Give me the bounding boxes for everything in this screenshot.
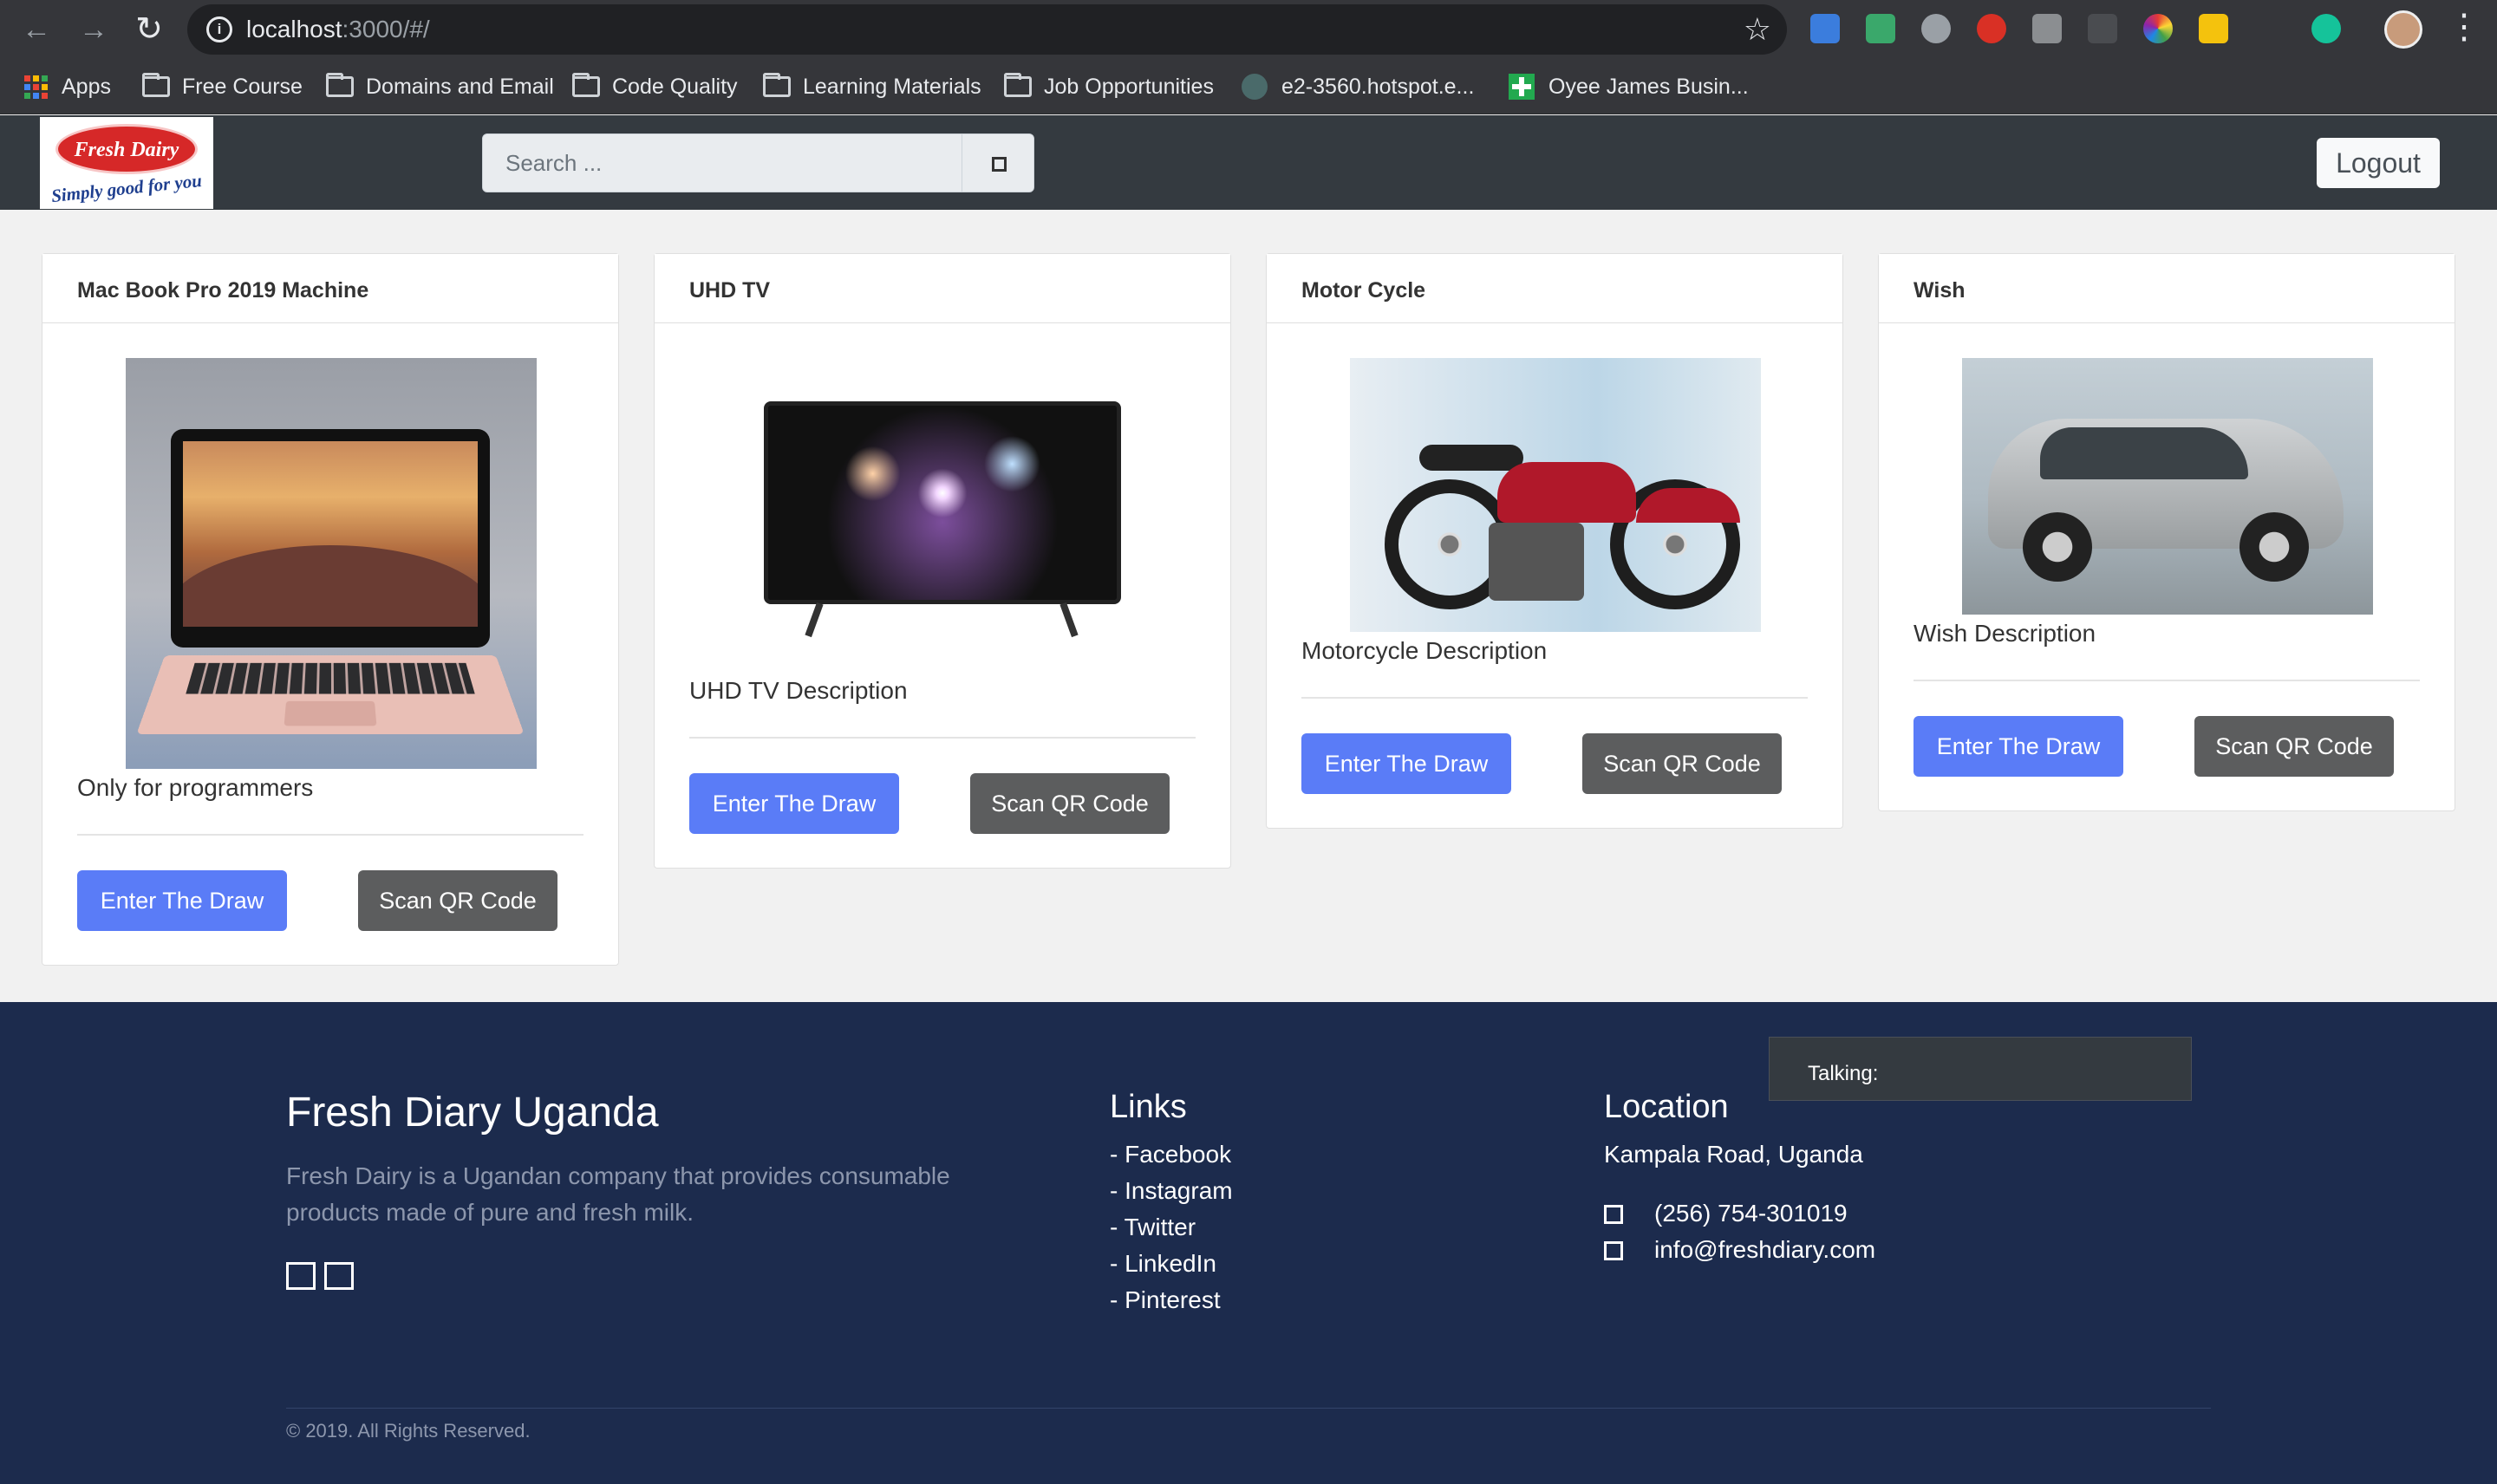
tv-image (762, 358, 1125, 644)
scan-qr-button[interactable]: Scan QR Code (358, 870, 557, 931)
forward-arrow-icon[interactable]: → (76, 12, 111, 47)
footer-link-facebook[interactable]: - Facebook (1110, 1141, 1231, 1168)
logout-button[interactable]: Logout (2317, 138, 2440, 188)
phone-icon (1604, 1205, 1623, 1224)
extension-inbox-icon[interactable] (1866, 14, 1895, 43)
footer-link-pinterest[interactable]: - Pinterest (1110, 1286, 1221, 1314)
grammarly-icon[interactable] (2311, 14, 2341, 43)
folder-icon (572, 73, 600, 97)
footer-email[interactable]: info@freshdiary.com (1654, 1236, 1875, 1264)
logo-tagline: Simply good for you (49, 169, 203, 207)
product-card-uhd-tv: UHD TV UHD TV Description Enter The Draw… (654, 253, 1231, 869)
laptop-image (126, 358, 537, 769)
bookmarks-bar: Apps Free Course Domains and Email Code … (0, 59, 2497, 114)
footer-phone: (256) 754-301019 (1654, 1200, 1848, 1227)
extension-block-icon[interactable] (1977, 14, 2006, 43)
scan-qr-button[interactable]: Scan QR Code (1582, 733, 1782, 794)
social-square-icon[interactable] (286, 1262, 316, 1290)
app-navbar: Fresh Dairy Simply good for you Logout (0, 115, 2497, 210)
copyright: © 2019. All Rights Reserved. (286, 1420, 531, 1442)
site-favicon-icon (1242, 74, 1268, 100)
bookmark-apps[interactable]: Apps (24, 71, 111, 102)
bookmark-free-course[interactable]: Free Course (142, 71, 303, 102)
footer-divider (286, 1408, 2211, 1409)
card-title: Mac Book Pro 2019 Machine (42, 254, 618, 323)
browser-toolbar: ← → ↻ i localhost:3000/#/ ☆ ⋮ (0, 0, 2497, 59)
bookmark-hotspot[interactable]: e2-3560.hotspot.e... (1242, 71, 1474, 102)
car-image (1962, 358, 2373, 615)
enter-draw-button[interactable]: Enter The Draw (689, 773, 899, 834)
card-description: UHD TV Description (689, 677, 908, 704)
email-icon (1604, 1241, 1623, 1260)
card-title: Wish (1879, 254, 2455, 323)
bookmark-learning-materials[interactable]: Learning Materials (763, 71, 981, 102)
enter-draw-button[interactable]: Enter The Draw (77, 870, 287, 931)
search-group (482, 133, 1034, 192)
bookmark-code-quality[interactable]: Code Quality (572, 71, 738, 102)
logo-oval: Fresh Dairy (55, 124, 198, 174)
card-divider (689, 737, 1196, 739)
talking-popup: Talking: (1769, 1037, 2192, 1101)
profile-avatar[interactable] (2384, 10, 2422, 49)
address-bar[interactable]: i localhost:3000/#/ ☆ (187, 4, 1787, 55)
card-description: Only for programmers (77, 774, 314, 801)
extension-drive-icon[interactable] (2032, 14, 2062, 43)
product-card-wish: Wish Wish Description Enter The Draw Sca… (1878, 253, 2455, 811)
extension-radio-icon[interactable] (2088, 14, 2117, 43)
card-description: Motorcycle Description (1301, 637, 1548, 664)
scan-qr-button[interactable]: Scan QR Code (2194, 716, 2394, 777)
bookmark-star-icon[interactable]: ☆ (1744, 11, 1771, 48)
location-heading: Location (1604, 1089, 1729, 1125)
apps-grid-icon (24, 75, 48, 99)
logo-name: Fresh Dairy (74, 139, 179, 161)
search-square-icon (992, 157, 1007, 172)
extension-check-icon[interactable] (1810, 14, 1840, 43)
search-input[interactable] (483, 134, 962, 192)
search-button[interactable] (962, 134, 1033, 192)
footer-link-instagram[interactable]: - Instagram (1110, 1177, 1233, 1205)
browser-menu-icon[interactable]: ⋮ (2447, 7, 2481, 47)
folder-icon (142, 73, 170, 97)
card-title: Motor Cycle (1267, 254, 1842, 323)
card-description: Wish Description (1913, 620, 2096, 647)
bookmark-job-opportunities[interactable]: Job Opportunities (1004, 71, 1214, 102)
extension-color-icon[interactable] (2143, 14, 2173, 43)
card-divider (77, 834, 584, 836)
folder-icon (326, 73, 354, 97)
card-divider (1913, 680, 2420, 681)
footer-title: Fresh Diary Uganda (286, 1090, 659, 1136)
links-heading: Links (1110, 1089, 1187, 1125)
social-square-icon[interactable] (324, 1262, 354, 1290)
back-arrow-icon[interactable]: ← (19, 12, 54, 47)
fresh-dairy-logo[interactable]: Fresh Dairy Simply good for you (40, 117, 213, 209)
enter-draw-button[interactable]: Enter The Draw (1913, 716, 2123, 777)
footer-about: Fresh Dairy is a Ugandan company that pr… (286, 1162, 950, 1226)
folder-icon (1004, 73, 1032, 97)
url-text[interactable]: localhost:3000/#/ (246, 16, 430, 43)
product-card-motorcycle: Motor Cycle Motorcycle Description Enter… (1266, 253, 1843, 829)
footer-link-linkedin[interactable]: - LinkedIn (1110, 1250, 1216, 1278)
footer-address: Kampala Road, Uganda (1604, 1141, 1863, 1168)
extension-clipboard-icon[interactable] (2199, 14, 2228, 43)
bookmark-domains-email[interactable]: Domains and Email (326, 71, 554, 102)
sheets-favicon-icon (1509, 74, 1535, 100)
motorcycle-image (1350, 358, 1761, 632)
site-info-icon[interactable]: i (206, 16, 232, 42)
reload-icon[interactable]: ↻ (132, 12, 166, 47)
bookmark-oyee-james[interactable]: Oyee James Busin... (1509, 71, 1749, 102)
product-card-macbook: Mac Book Pro 2019 Machine Only for progr… (42, 253, 619, 966)
scan-qr-button[interactable]: Scan QR Code (970, 773, 1170, 834)
folder-icon (763, 73, 791, 97)
card-divider (1301, 697, 1808, 699)
enter-draw-button[interactable]: Enter The Draw (1301, 733, 1511, 794)
card-title: UHD TV (655, 254, 1230, 323)
extension-cloud-icon[interactable] (1921, 14, 1951, 43)
footer-link-twitter[interactable]: - Twitter (1110, 1214, 1196, 1241)
